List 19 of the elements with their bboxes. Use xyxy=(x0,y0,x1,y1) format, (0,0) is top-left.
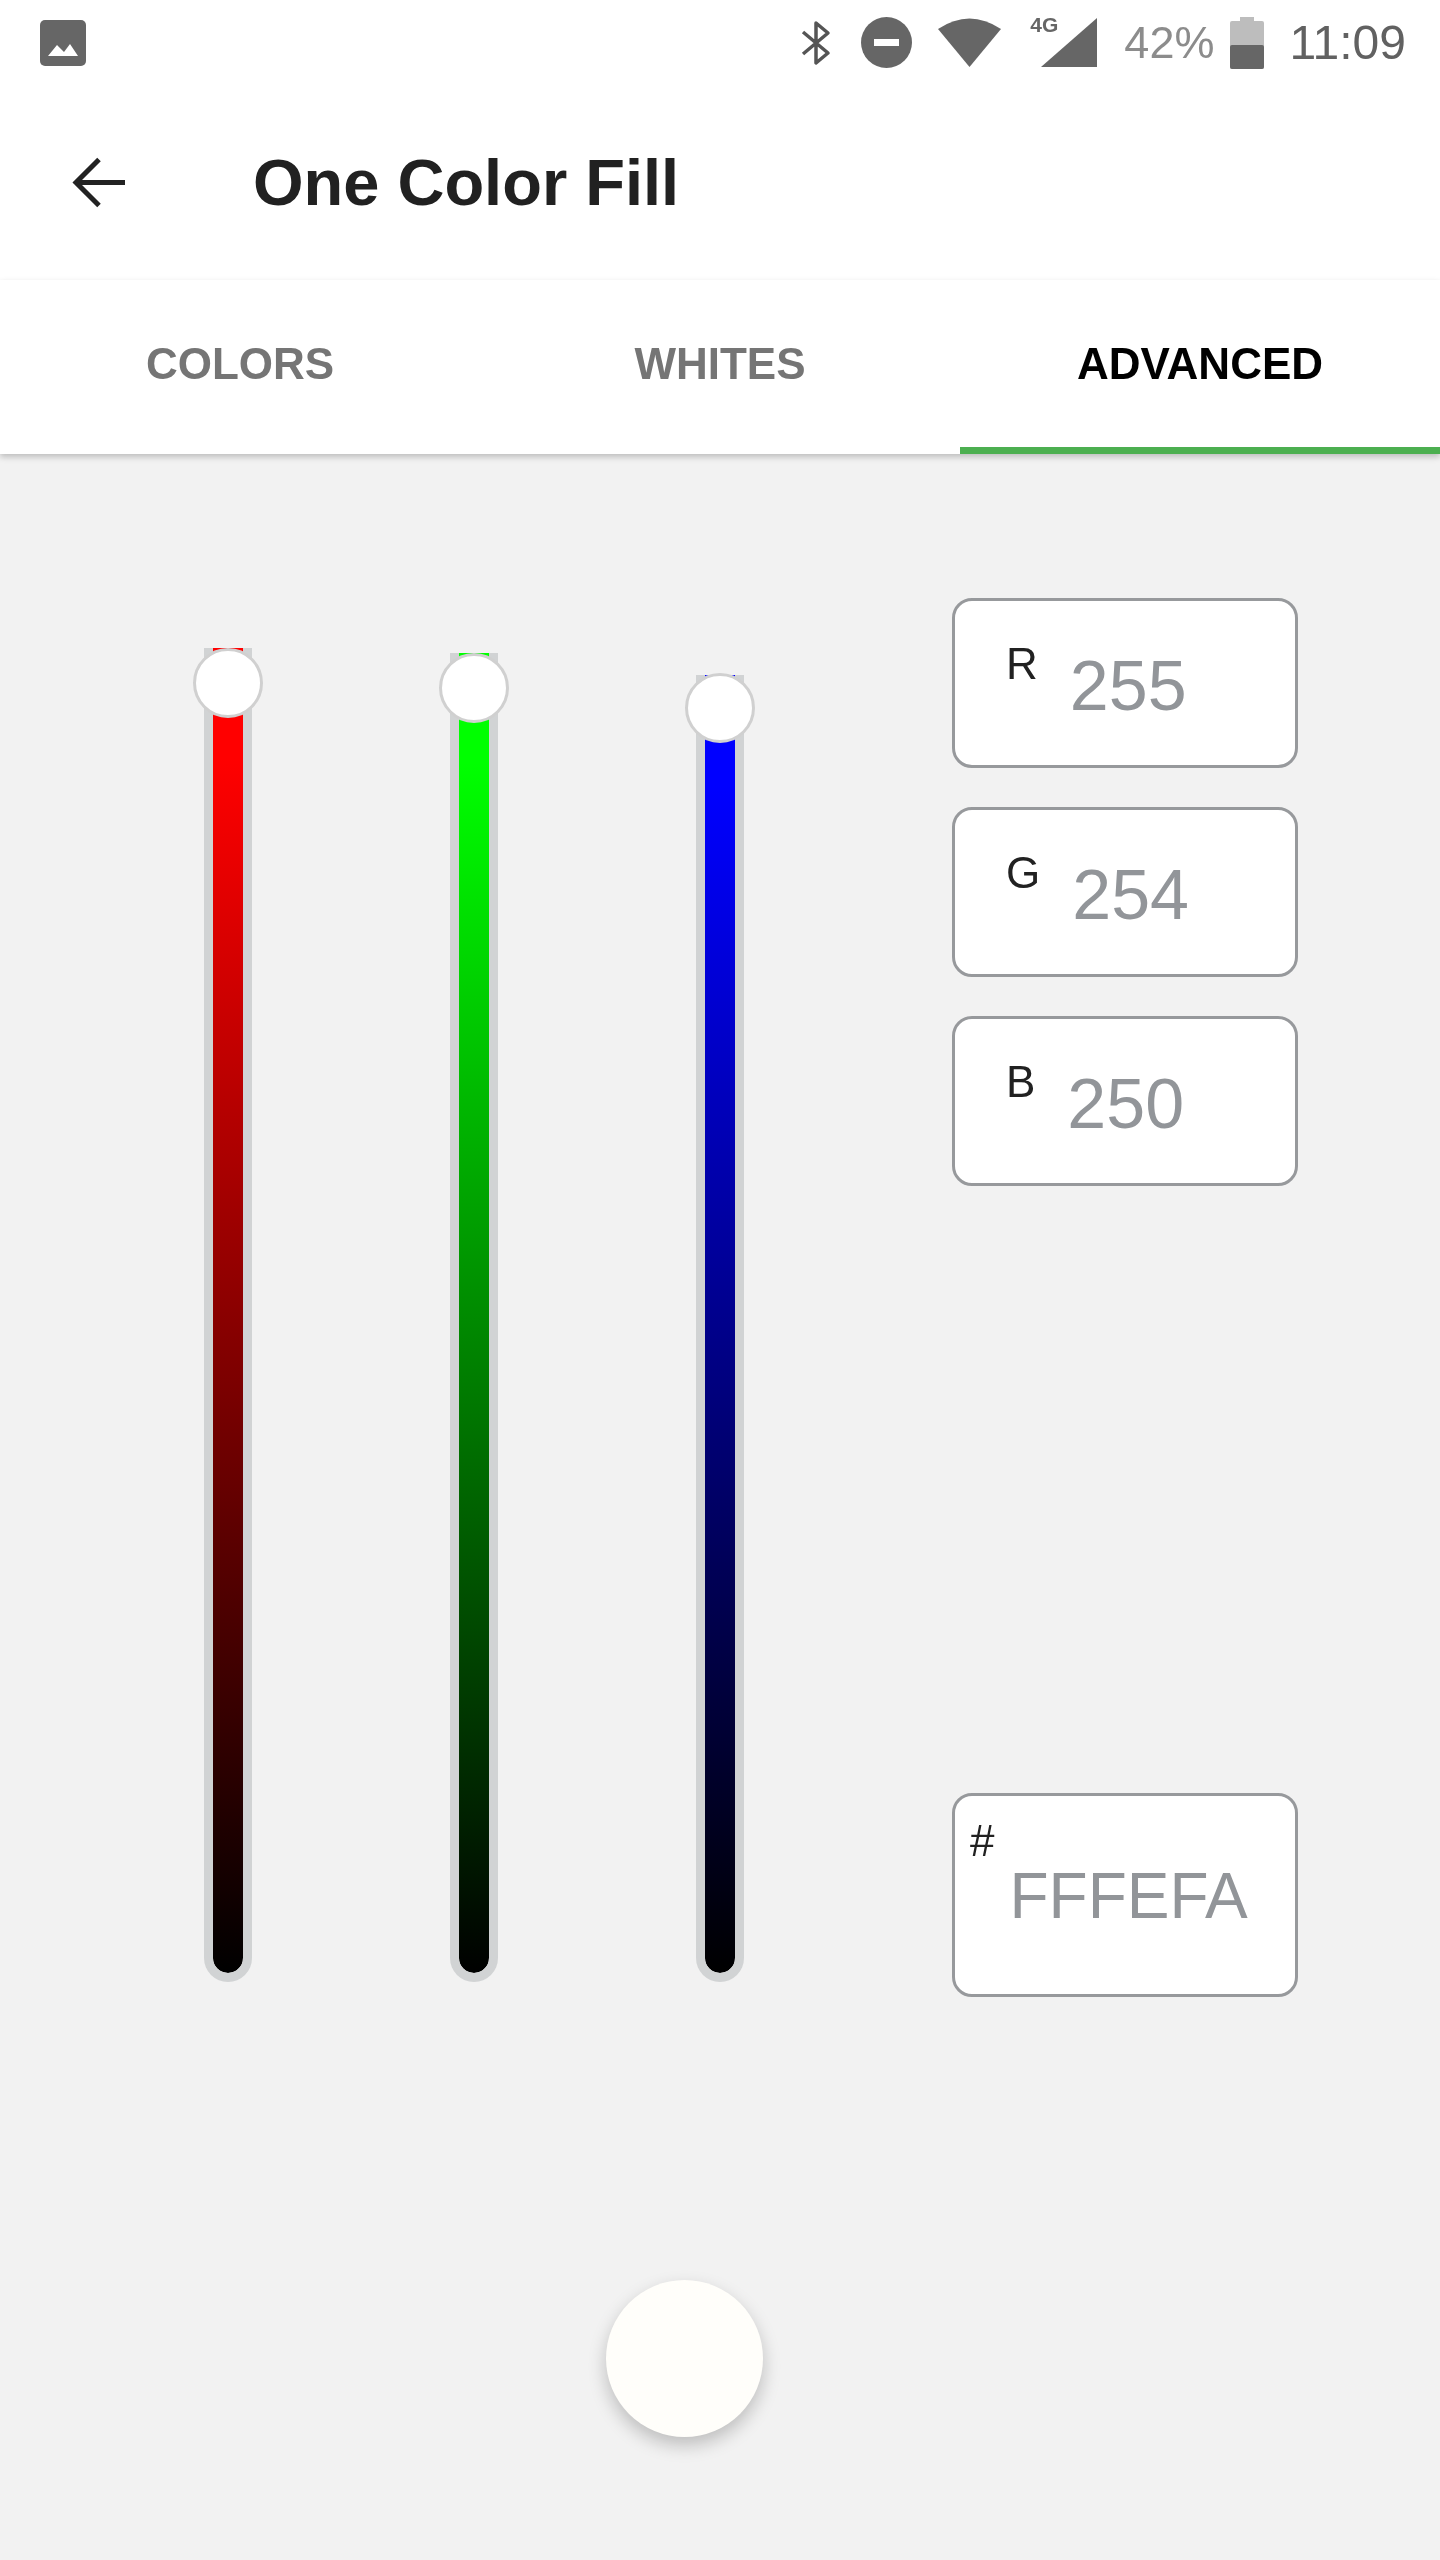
image-icon xyxy=(40,19,86,66)
clock-time: 11:09 xyxy=(1289,18,1406,67)
input-field[interactable]: G 254 xyxy=(952,807,1298,977)
battery-percent: 42% xyxy=(1124,20,1215,65)
tab[interactable]: COLORS xyxy=(0,280,480,454)
wifi-icon xyxy=(938,18,1002,67)
field-label: R xyxy=(1006,642,1038,686)
field-label: G xyxy=(1006,851,1041,895)
minus-circle-icon xyxy=(861,17,913,68)
input-field[interactable]: B 250 xyxy=(952,1016,1298,1186)
hex-input-field[interactable]: # FFFEFA xyxy=(952,1793,1298,1997)
tab[interactable]: ADVANCED xyxy=(960,280,1440,454)
screen-title: One Color Fill xyxy=(253,150,680,215)
tab[interactable]: WHITES xyxy=(480,280,960,454)
network-type-label: 4G xyxy=(1030,14,1059,35)
input-field[interactable]: R 255 xyxy=(952,598,1298,768)
battery-icon xyxy=(1230,16,1265,69)
field-label: # xyxy=(970,1819,995,1863)
field-label: B xyxy=(1006,1060,1036,1104)
